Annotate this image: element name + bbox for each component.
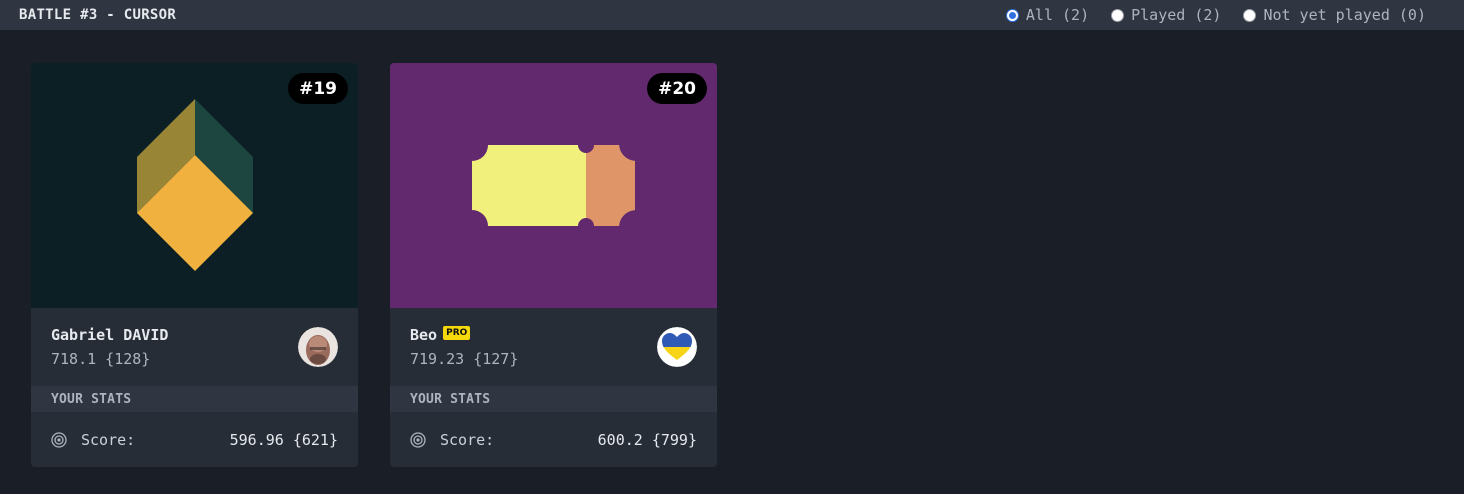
avatar-photo — [298, 327, 338, 367]
radio-all[interactable] — [1005, 8, 1019, 22]
stats-row: Score: 600.2 {799} — [390, 412, 717, 467]
avatar[interactable] — [298, 327, 338, 367]
score-value: 596.96 {621} — [229, 430, 338, 449]
player-name-row: Beo PRO — [410, 326, 697, 344]
filter-all-label: All (2) — [1025, 6, 1090, 24]
target-preview-20[interactable]: #20 — [390, 63, 717, 308]
filter-all[interactable]: All (2) — [1005, 6, 1090, 24]
player-score: 719.23 {127} — [410, 350, 519, 368]
player-name[interactable]: Gabriel DAVID — [51, 326, 168, 344]
your-stats-header: YOUR STATS — [390, 386, 717, 412]
your-stats-header: YOUR STATS — [31, 386, 358, 412]
filter-not-yet-played-label: Not yet played (0) — [1263, 6, 1426, 24]
stats-row: Score: 596.96 {621} — [31, 412, 358, 467]
avatar[interactable] — [657, 327, 697, 367]
filter-not-yet-played[interactable]: Not yet played (0) — [1243, 6, 1426, 24]
filter-group: All (2) Played (2) Not yet played (0) — [1005, 6, 1426, 24]
battle-title: BATTLE #3 - CURSOR — [19, 7, 177, 23]
ukraine-heart-icon — [657, 327, 697, 367]
radio-not-yet-played[interactable] — [1243, 8, 1257, 22]
pro-badge: PRO — [443, 326, 471, 340]
target-grid: #19 Gabriel DAVID 718.1 {128} YOUR STATS — [31, 63, 717, 467]
target-icon — [410, 431, 426, 448]
player-info: Gabriel DAVID 718.1 {128} — [31, 308, 358, 386]
target-icon — [51, 431, 67, 448]
score-label: Score: — [440, 430, 495, 449]
radio-played[interactable] — [1111, 8, 1125, 22]
target-number-badge: #20 — [647, 73, 707, 104]
player-score: 718.1 {128} — [51, 350, 151, 368]
player-name-row: Gabriel DAVID — [51, 326, 338, 344]
score-label: Score: — [81, 430, 136, 449]
target-number-badge: #19 — [288, 73, 348, 104]
target-preview-19[interactable]: #19 — [31, 63, 358, 308]
score-value: 600.2 {799} — [597, 430, 697, 449]
filter-played[interactable]: Played (2) — [1111, 6, 1221, 24]
filter-played-label: Played (2) — [1131, 6, 1222, 24]
target-card-20[interactable]: #20 Beo PRO 719.23 {127} YOUR STATS Scor… — [390, 63, 717, 467]
player-name[interactable]: Beo — [410, 326, 437, 344]
target-card-19[interactable]: #19 Gabriel DAVID 718.1 {128} YOUR STATS — [31, 63, 358, 467]
player-info: Beo PRO 719.23 {127} — [390, 308, 717, 386]
top-bar: BATTLE #3 - CURSOR All (2) Played (2) No… — [0, 0, 1464, 30]
